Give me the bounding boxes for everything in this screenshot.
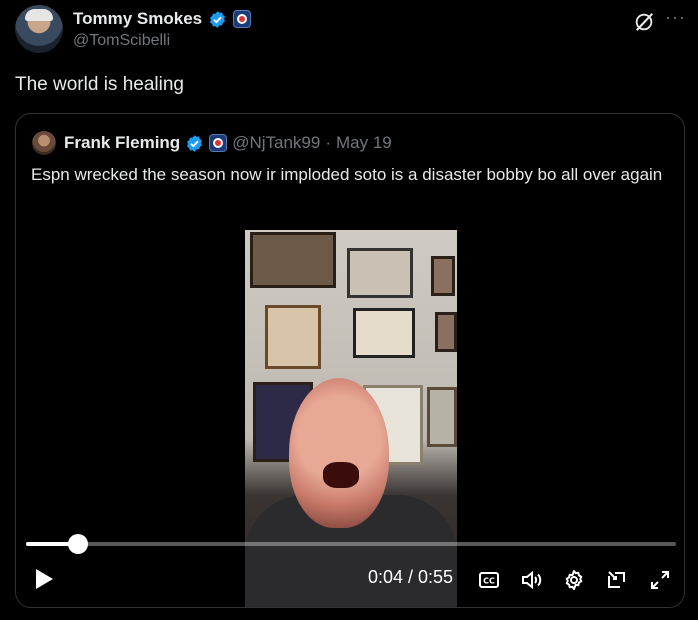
tweet-header: Tommy Smokes @TomScibelli ··· — [15, 5, 685, 55]
svg-text:CC: CC — [483, 577, 495, 586]
quoted-tweet[interactable]: Frank Fleming @NjTank99 · May 19 Espn wr… — [15, 113, 685, 608]
dock-video-icon[interactable] — [605, 568, 629, 592]
author-name[interactable]: Tommy Smokes — [73, 9, 202, 29]
quoted-author-name[interactable]: Frank Fleming — [64, 133, 180, 153]
quoted-date[interactable]: May 19 — [336, 133, 392, 153]
captions-icon[interactable]: CC — [477, 568, 501, 592]
video-progress-knob[interactable] — [68, 534, 88, 554]
settings-gear-icon[interactable] — [562, 568, 586, 592]
video-player[interactable]: 0:04 / 0:55 CC — [16, 230, 684, 607]
volume-icon[interactable] — [519, 568, 543, 592]
more-options-icon[interactable]: ··· — [665, 7, 686, 28]
quoted-text: Espn wrecked the season now ir imploded … — [31, 165, 663, 184]
quoted-header: Frank Fleming @NjTank99 · May 19 — [64, 133, 392, 153]
affiliate-badge-icon[interactable] — [209, 134, 228, 152]
quoted-author-avatar[interactable] — [32, 131, 56, 155]
author-name-row: Tommy Smokes — [73, 9, 252, 29]
grok-icon[interactable] — [633, 11, 655, 33]
quoted-author-handle[interactable]: @NjTank99 — [232, 133, 320, 153]
tweet-text: The world is healing — [15, 74, 184, 95]
fullscreen-icon[interactable] — [648, 568, 672, 592]
separator-dot: · — [325, 133, 331, 152]
verified-badge-icon[interactable] — [208, 10, 227, 29]
author-handle[interactable]: @TomScibelli — [73, 32, 170, 50]
play-icon[interactable] — [34, 568, 54, 590]
affiliate-badge-icon[interactable] — [233, 10, 252, 28]
video-frame[interactable] — [245, 230, 457, 607]
author-avatar[interactable] — [15, 5, 63, 53]
video-progress-bar[interactable] — [26, 534, 676, 554]
video-time: 0:04 / 0:55 — [368, 567, 454, 587]
verified-badge-icon[interactable] — [185, 134, 204, 153]
